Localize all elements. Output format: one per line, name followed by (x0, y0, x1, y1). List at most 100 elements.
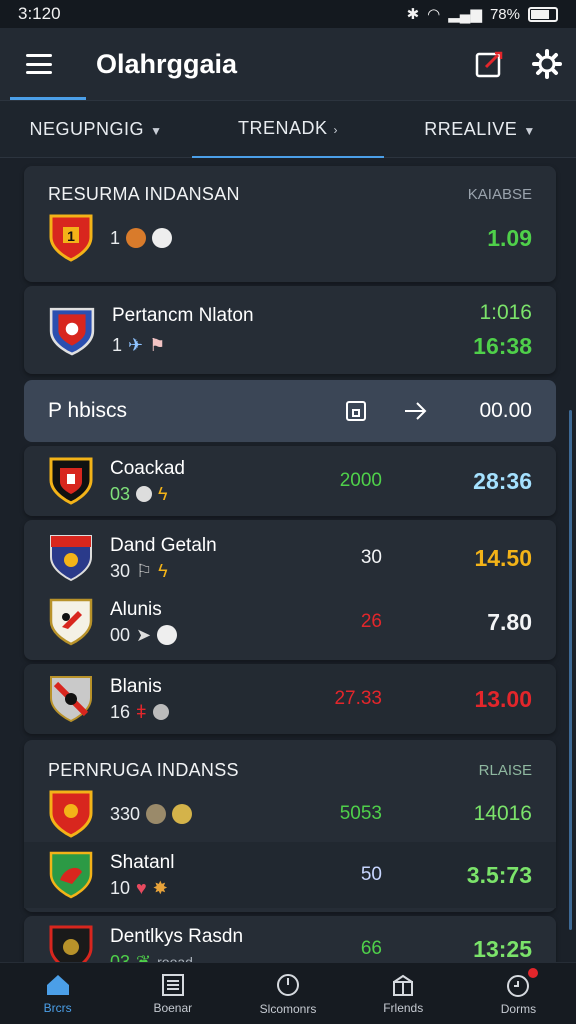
chevron-down-icon: ▼ (523, 123, 536, 138)
match-row[interactable]: Coackad 03 ϟ 2000 28:36 (24, 446, 556, 516)
battery-icon (528, 6, 558, 22)
match-row[interactable]: Alunis 00 ➤ 26 7.80 (24, 590, 556, 654)
odds-value[interactable]: 7.80 (412, 609, 532, 636)
mid-value: 66 (360, 938, 382, 959)
team-name: Dand Getaln (110, 534, 217, 556)
nav-scores[interactable]: Slcomonrs (230, 963, 345, 1024)
match-row[interactable]: Blanis 16 ǂ 27.33 13.00 (24, 664, 556, 734)
list-icon (161, 973, 184, 996)
nav-home[interactable]: Brcrs (0, 963, 115, 1024)
arrow-right-icon[interactable] (386, 400, 446, 422)
clock-icon (277, 973, 299, 996)
match-row[interactable]: Shatanl 10 ♥ ✸ 50 3.5:73 (24, 842, 556, 908)
status-icons: ✱ ◠ ▂▄▆ 78% (407, 5, 558, 23)
ball-icon (136, 486, 153, 502)
section-title: PERNRUGA INDANSS (48, 759, 239, 780)
edit-button[interactable] (460, 35, 518, 93)
team-name: Shatanl (110, 851, 175, 873)
filter-tab-trending[interactable]: TRENADK › (192, 100, 384, 158)
nav-friends[interactable]: Frlends (346, 963, 461, 1024)
match-card: Blanis 16 ǂ 27.33 13.00 (24, 664, 556, 734)
svg-text:1: 1 (67, 228, 75, 244)
boot-icon: ⚑ (149, 334, 166, 355)
nav-dorms[interactable]: Dorms (461, 963, 576, 1024)
highlight-bar[interactable]: P hbiscs 00.00 (24, 380, 556, 442)
section-card-1b: Pertancm Nlaton 1 ✈ ⚑ 1:016 16:38 (24, 286, 556, 374)
match-card: Coackad 03 ϟ 2000 28:36 (24, 446, 556, 516)
section-card-3: PERNRUGA INDANSS RLAISE 330 5053 14016 S… (24, 740, 556, 912)
mid-value: 27.33 (334, 688, 382, 709)
timer-icon (507, 974, 530, 997)
odds-value[interactable]: 14.50 (412, 545, 532, 572)
whistle-icon: ǂ (136, 701, 147, 722)
nav-board[interactable]: Boenar (115, 963, 230, 1024)
wifi-icon: ◠ (427, 6, 441, 23)
shield-crest-icon (49, 851, 93, 899)
status-bar: 3:120 ✱ ◠ ▂▄▆ 78% (0, 0, 576, 28)
match-row[interactable]: 330 5053 14016 (24, 786, 556, 842)
shield-crest-icon (49, 598, 93, 646)
team-name: Dentlkys Rasdn (110, 925, 244, 947)
team-name: Pertancm Nlaton (112, 304, 254, 326)
highlight-value: 00.00 (479, 399, 532, 422)
fire-ball-icon (126, 228, 147, 248)
odds-value[interactable]: 14016 (412, 802, 532, 826)
team-name: Coackad (110, 457, 185, 479)
menu-icon[interactable] (26, 54, 52, 74)
battery-percent: 78% (489, 5, 520, 23)
gift-icon (393, 974, 414, 996)
shield-crest-icon (50, 535, 92, 582)
match-card-group: Dand Getaln 30 ⚐ ϟ 30 14.50 Alunis 00 ➤ … (24, 520, 556, 660)
status-time: 3:120 (18, 4, 61, 23)
filter-dropdown-1[interactable]: NEGUPNGIG ▼ (0, 119, 192, 140)
trophy-icon (172, 804, 193, 824)
match-row[interactable]: 1 1 1.09 (24, 208, 556, 268)
section-tag: KAIABSE (467, 185, 532, 203)
signal-icon: ▂▄▆ (448, 6, 482, 23)
team-name: Alunis (110, 598, 162, 620)
odds-value[interactable]: 13:25 (412, 936, 532, 963)
match-row[interactable]: Pertancm Nlaton 1 ✈ ⚑ 1:016 16:38 (24, 286, 556, 374)
odds-value[interactable]: 16:38 (412, 333, 532, 360)
mid-value: 5053 (339, 803, 382, 824)
mid-value: 2000 (339, 470, 382, 491)
gear-icon (532, 49, 562, 79)
bluetooth-icon: ✱ (406, 6, 420, 23)
mid-value: 30 (360, 547, 382, 568)
square-icon[interactable] (326, 400, 386, 422)
app-title: Olahrggaia (96, 48, 238, 79)
section-card-1: RESURMA INDANSAN KAIABSE 1 1 1.09 (24, 166, 556, 282)
plane-icon: ✈ (128, 334, 144, 355)
odds-value[interactable]: 13.00 (412, 686, 532, 713)
odds-value[interactable]: 1.09 (412, 225, 532, 252)
mid-value: 50 (360, 864, 382, 885)
shield-crest-icon (50, 676, 92, 723)
chevron-down-icon: ▼ (150, 123, 163, 138)
app-header: Olahrggaia (0, 28, 576, 100)
odds-value[interactable]: 28:36 (412, 468, 532, 495)
shield-crest-icon (49, 307, 95, 356)
scrollbar[interactable] (569, 410, 572, 930)
shield-crest-icon: 1 (49, 214, 93, 262)
lightning-icon: ϟ (158, 483, 168, 504)
odds-top: 1:016 (479, 300, 532, 324)
section-tag: RLAISE (478, 761, 532, 779)
shield-crest-icon (49, 790, 93, 838)
filter-dropdown-3[interactable]: RREALIVE ▼ (384, 119, 576, 140)
section-title: RESURMA INDANSAN (48, 183, 240, 204)
chevron-right-icon: › (333, 123, 338, 137)
filter-bar: NEGUPNGIG ▼ TRENADK › RREALIVE ▼ (0, 100, 576, 158)
edit-icon (475, 51, 503, 78)
settings-button[interactable] (518, 35, 576, 93)
match-row[interactable]: Dand Getaln 30 ⚐ ϟ 30 14.50 (24, 526, 556, 590)
odds-value[interactable]: 3.5:73 (412, 862, 532, 889)
shield-crest-icon (49, 457, 93, 505)
team-name: Blanis (110, 675, 162, 697)
star-icon: ✸ (152, 877, 168, 898)
bottom-nav: Brcrs Boenar Slcomonrs Frlends Dorms (0, 962, 576, 1024)
lightning-icon: ϟ (158, 560, 168, 581)
soccer-ball-icon (152, 228, 173, 248)
home-icon (46, 974, 69, 995)
boot-icon: ➤ (136, 624, 152, 645)
notification-badge (528, 968, 539, 978)
